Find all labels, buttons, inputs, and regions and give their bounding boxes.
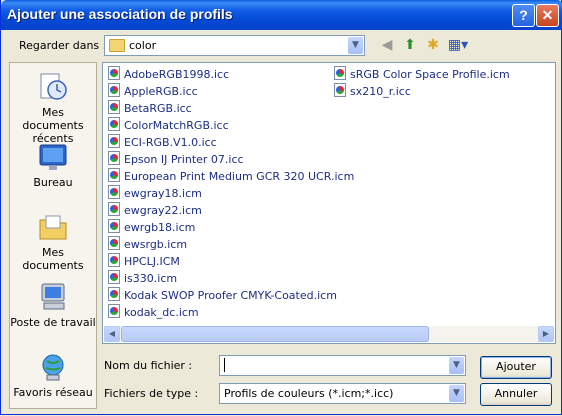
list-item[interactable]: AdobeRGB1998.icc xyxy=(108,66,229,82)
my-computer-icon xyxy=(41,283,65,310)
list-item[interactable]: ColorMatchRGB.icc xyxy=(108,117,229,133)
icc-file-icon xyxy=(334,66,346,80)
folder-icon xyxy=(109,39,125,52)
cancel-button[interactable]: Annuler xyxy=(480,383,552,406)
scroll-right-button[interactable]: ▶ xyxy=(538,326,554,342)
list-item[interactable]: BetaRGB.icc xyxy=(108,100,192,116)
list-item[interactable]: ewsrgb.icm xyxy=(108,236,187,252)
look-in-value: color xyxy=(129,39,157,52)
list-item[interactable]: ewgray22.icm xyxy=(108,202,202,218)
desktop-icon xyxy=(39,144,67,170)
chevron-down-icon[interactable]: ▼ xyxy=(348,37,363,54)
icc-file-icon xyxy=(108,236,120,250)
scroll-thumb[interactable] xyxy=(121,326,429,342)
list-item[interactable]: ewrgb18.icm xyxy=(108,219,195,235)
list-item[interactable]: ewgray18.icm xyxy=(108,185,202,201)
list-item[interactable]: AppleRGB.icc xyxy=(108,83,198,99)
icc-file-icon xyxy=(108,168,120,182)
place-my-computer[interactable]: Poste de travail xyxy=(10,281,96,329)
chevron-down-icon[interactable]: ▼ xyxy=(449,385,464,402)
horizontal-scrollbar[interactable]: ◀ ▶ xyxy=(104,326,554,342)
places-bar: Mes documents récents Bureau Mes documen… xyxy=(9,62,97,409)
list-item[interactable]: ECI-RGB.V1.0.icc xyxy=(108,134,217,150)
close-button[interactable]: ✕ xyxy=(536,4,559,27)
place-recent-documents[interactable]: Mes documents récents xyxy=(10,71,96,145)
new-folder-icon[interactable]: ✱ xyxy=(424,36,442,54)
icc-file-icon xyxy=(108,100,120,114)
my-documents-icon xyxy=(39,215,67,240)
icc-file-icon xyxy=(108,185,120,199)
look-in-label: Regarder dans : xyxy=(19,39,107,52)
place-label: Poste de travail xyxy=(10,316,96,329)
icc-file-icon xyxy=(334,83,346,97)
recent-documents-icon xyxy=(40,73,67,100)
icc-file-icon xyxy=(108,270,120,284)
list-item[interactable]: sx210_r.icc xyxy=(334,83,411,99)
filename-label: Nom du fichier : xyxy=(104,359,193,372)
place-label: Mes documents récents xyxy=(22,106,84,145)
add-button[interactable]: Ajouter xyxy=(480,356,552,379)
place-network[interactable]: Favoris réseau xyxy=(10,351,96,399)
scroll-left-button[interactable]: ◀ xyxy=(104,326,120,342)
icc-file-icon xyxy=(108,219,120,233)
list-item[interactable]: kodak_dc.icm xyxy=(108,304,199,320)
help-button[interactable]: ? xyxy=(512,4,535,27)
text-caret xyxy=(224,358,225,372)
icc-file-icon xyxy=(108,134,120,148)
list-item[interactable]: HPCLJ.ICM xyxy=(108,253,180,269)
filetype-value: Profils de couleurs (*.icm;*.icc) xyxy=(224,387,394,400)
dialog-window: Ajouter une association de profils ? ✕ R… xyxy=(0,0,562,415)
place-label: Bureau xyxy=(33,176,73,189)
icc-file-icon xyxy=(108,253,120,267)
network-places-icon xyxy=(42,354,64,381)
filename-input[interactable]: ▼ xyxy=(219,355,466,376)
list-item[interactable]: European Print Medium GCR 320 UCR.icm xyxy=(108,168,354,184)
icc-file-icon xyxy=(108,66,120,80)
place-desktop[interactable]: Bureau xyxy=(10,141,96,189)
view-menu-icon[interactable]: ▦▾ xyxy=(447,36,469,54)
list-item[interactable]: Epson IJ Printer 07.icc xyxy=(108,151,244,167)
filetype-dropdown[interactable]: Profils de couleurs (*.icm;*.icc) ▼ xyxy=(219,383,466,404)
title-bar[interactable]: Ajouter une association de profils ? ✕ xyxy=(1,0,562,30)
icc-file-icon xyxy=(108,304,120,318)
window-title: Ajouter une association de profils xyxy=(7,6,233,22)
icc-file-icon xyxy=(108,151,120,165)
list-item[interactable]: is330.icm xyxy=(108,270,177,286)
icc-file-icon xyxy=(108,202,120,216)
place-label: Mes documents xyxy=(22,246,84,272)
filetype-label: Fichiers de type : xyxy=(104,387,199,400)
back-arrow-icon[interactable]: ◀ xyxy=(378,36,396,54)
place-label: Favoris réseau xyxy=(13,386,93,399)
look-in-dropdown[interactable]: color ▼ xyxy=(104,35,365,56)
icc-file-icon xyxy=(108,287,120,301)
up-folder-icon[interactable]: ⬆ xyxy=(401,36,419,54)
chevron-down-icon[interactable]: ▼ xyxy=(449,357,464,374)
list-item[interactable]: sRGB Color Space Profile.icm xyxy=(334,66,510,82)
list-item[interactable]: Kodak SWOP Proofer CMYK-Coated.icm xyxy=(108,287,337,303)
icc-file-icon xyxy=(108,117,120,131)
icc-file-icon xyxy=(108,83,120,97)
file-list[interactable]: AdobeRGB1998.icc AppleRGB.icc BetaRGB.ic… xyxy=(102,62,556,344)
place-my-documents[interactable]: Mes documents xyxy=(10,211,96,272)
